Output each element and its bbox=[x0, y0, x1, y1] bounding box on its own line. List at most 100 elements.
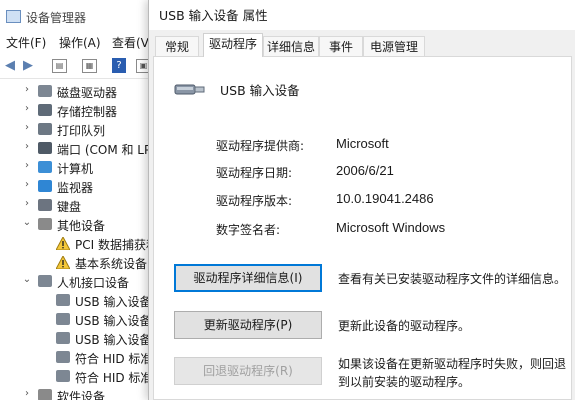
driver-date-value: 2006/6/21 bbox=[336, 163, 394, 178]
tree-item[interactable]: USB 输入设备 bbox=[0, 291, 158, 310]
view-icon[interactable]: ▦ bbox=[82, 59, 97, 73]
device-manager-window: 设备管理器 文件(F) 操作(A) 查看(V ◀ ▶ ▤ ▦ ? ▣ › 磁盘驱动… bbox=[0, 0, 158, 400]
chevron-right-icon[interactable]: › bbox=[22, 122, 32, 133]
roll-back-driver-button[interactable]: 回退驱动程序(R) bbox=[174, 357, 322, 385]
chevron-down-icon[interactable]: ⌄ bbox=[22, 274, 32, 285]
software-device-icon bbox=[38, 389, 52, 400]
tree-item[interactable]: › 监视器 bbox=[0, 177, 158, 196]
device-manager-menubar: 文件(F) 操作(A) 查看(V bbox=[0, 32, 158, 52]
hid-device-icon bbox=[56, 313, 70, 325]
tree-item-label: USB 输入设备 bbox=[75, 333, 152, 347]
tree-item-label: 其他设备 bbox=[57, 219, 106, 233]
disk-icon bbox=[38, 85, 52, 97]
printer-icon bbox=[38, 123, 52, 135]
chevron-right-icon[interactable]: › bbox=[22, 84, 32, 95]
computer-icon bbox=[38, 161, 52, 173]
tree-item[interactable]: ⌄ 人机接口设备 bbox=[0, 272, 158, 291]
tree-item[interactable]: ⌄ 其他设备 bbox=[0, 215, 158, 234]
update-driver-description: 更新此设备的驱动程序。 bbox=[338, 319, 471, 333]
driver-version-value: 10.0.19041.2486 bbox=[336, 191, 434, 206]
warning-icon bbox=[55, 254, 71, 270]
tab-power-management[interactable]: 电源管理 bbox=[363, 36, 425, 56]
chevron-right-icon[interactable]: › bbox=[22, 103, 32, 114]
tree-item[interactable]: PCI 数据捕获和 bbox=[0, 234, 158, 253]
hid-device-icon bbox=[56, 294, 70, 306]
menu-action[interactable]: 操作(A) bbox=[59, 34, 101, 51]
chevron-down-icon[interactable]: ⌄ bbox=[22, 217, 32, 228]
tree-item[interactable]: › 计算机 bbox=[0, 158, 158, 177]
usb-device-icon bbox=[174, 80, 206, 100]
tree-item[interactable]: › 存储控制器 bbox=[0, 101, 158, 120]
tree-item-label: 符合 HID 标准 bbox=[75, 352, 153, 366]
hid-device-icon bbox=[56, 332, 70, 344]
tree-item[interactable]: 基本系统设备 bbox=[0, 253, 158, 272]
tree-item-label: 存储控制器 bbox=[57, 105, 118, 119]
chevron-right-icon[interactable]: › bbox=[22, 388, 32, 399]
tab-general[interactable]: 常规 bbox=[155, 36, 199, 56]
driver-provider-value: Microsoft bbox=[336, 136, 389, 151]
chevron-right-icon[interactable]: › bbox=[22, 179, 32, 190]
update-driver-button[interactable]: 更新驱动程序(P) bbox=[174, 311, 322, 339]
back-icon[interactable]: ◀ bbox=[2, 58, 18, 74]
tree-item[interactable]: › 键盘 bbox=[0, 196, 158, 215]
tree-item-label: 人机接口设备 bbox=[57, 276, 130, 290]
hid-device-icon bbox=[56, 351, 70, 363]
tree-item-label: PCI 数据捕获和 bbox=[75, 238, 158, 252]
device-name: USB 输入设备 bbox=[220, 83, 300, 98]
device-manager-icon bbox=[6, 10, 21, 23]
tree-item[interactable]: › 磁盘驱动器 bbox=[0, 82, 158, 101]
driver-version-label: 驱动程序版本: bbox=[216, 194, 293, 208]
tree-item[interactable]: 符合 HID 标准 bbox=[0, 367, 158, 386]
other-devices-icon bbox=[38, 218, 52, 230]
keyboard-icon bbox=[38, 199, 52, 211]
tree-item[interactable]: USB 输入设备 bbox=[0, 329, 158, 348]
tree-item-label: USB 输入设备 bbox=[75, 295, 152, 309]
help-icon[interactable]: ? bbox=[112, 58, 126, 73]
chevron-right-icon[interactable]: › bbox=[22, 160, 32, 171]
storage-controller-icon bbox=[38, 104, 52, 116]
driver-date-label: 驱动程序日期: bbox=[216, 166, 293, 180]
monitor-icon bbox=[38, 180, 52, 192]
device-manager-titlebar: 设备管理器 bbox=[0, 0, 158, 32]
dialog-title: USB 输入设备 属性 bbox=[159, 8, 268, 23]
driver-details-button[interactable]: 驱动程序详细信息(I) bbox=[174, 264, 322, 292]
tree-item[interactable]: 符合 HID 标准 bbox=[0, 348, 158, 367]
tree-item-label: 符合 HID 标准 bbox=[75, 371, 153, 385]
dialog-titlebar: USB 输入设备 属性 bbox=[149, 0, 575, 30]
tree-item[interactable]: › 端口 (COM 和 LP bbox=[0, 139, 158, 158]
tree-item-label: 计算机 bbox=[57, 162, 94, 176]
tree-item-label: USB 输入设备 bbox=[75, 314, 152, 328]
tree-item-label: 端口 (COM 和 LP bbox=[57, 143, 152, 157]
digital-signer-value: Microsoft Windows bbox=[336, 220, 446, 235]
tree-item-label: 打印队列 bbox=[57, 124, 106, 138]
tab-driver[interactable]: 驱动程序 bbox=[203, 33, 263, 57]
tab-strip: 常规 驱动程序 详细信息 事件 电源管理 bbox=[153, 33, 573, 57]
hid-device-icon bbox=[56, 370, 70, 382]
tree-item[interactable]: USB 输入设备 bbox=[0, 310, 158, 329]
tree-item[interactable]: › 打印队列 bbox=[0, 120, 158, 139]
menu-view[interactable]: 查看(V bbox=[112, 34, 149, 51]
digital-signer-label: 数字签名者: bbox=[216, 223, 281, 237]
device-manager-title: 设备管理器 bbox=[26, 11, 87, 25]
tree-item[interactable]: › 软件设备 bbox=[0, 386, 158, 400]
hid-icon bbox=[38, 275, 52, 287]
driver-tab-panel: USB 输入设备 驱动程序提供商: Microsoft 驱动程序日期: 2006… bbox=[153, 56, 572, 400]
tree-item-label: 键盘 bbox=[57, 200, 82, 214]
tree-item-label: 磁盘驱动器 bbox=[57, 86, 118, 100]
port-icon bbox=[38, 142, 52, 154]
properties-icon[interactable]: ▤ bbox=[52, 59, 67, 73]
tab-details[interactable]: 详细信息 bbox=[263, 36, 319, 56]
tree-item-label: 监视器 bbox=[57, 181, 94, 195]
forward-icon[interactable]: ▶ bbox=[20, 58, 36, 74]
warning-icon bbox=[55, 235, 71, 251]
device-manager-toolbar: ◀ ▶ ▤ ▦ ? ▣ bbox=[0, 54, 158, 79]
tab-events[interactable]: 事件 bbox=[319, 36, 363, 56]
properties-dialog: USB 输入设备 属性 常规 驱动程序 详细信息 事件 电源管理 USB 输入设… bbox=[148, 0, 575, 400]
menu-file[interactable]: 文件(F) bbox=[6, 34, 46, 51]
tree-item-label: 软件设备 bbox=[57, 390, 106, 400]
chevron-right-icon[interactable]: › bbox=[22, 198, 32, 209]
roll-back-driver-description: 如果该设备在更新驱动程序时失败，则回退到以前安装的驱动程序。 bbox=[338, 357, 567, 389]
chevron-right-icon[interactable]: › bbox=[22, 141, 32, 152]
driver-details-description: 查看有关已安装驱动程序文件的详细信息。 bbox=[338, 272, 567, 286]
tree-item-label: 基本系统设备 bbox=[75, 257, 148, 271]
